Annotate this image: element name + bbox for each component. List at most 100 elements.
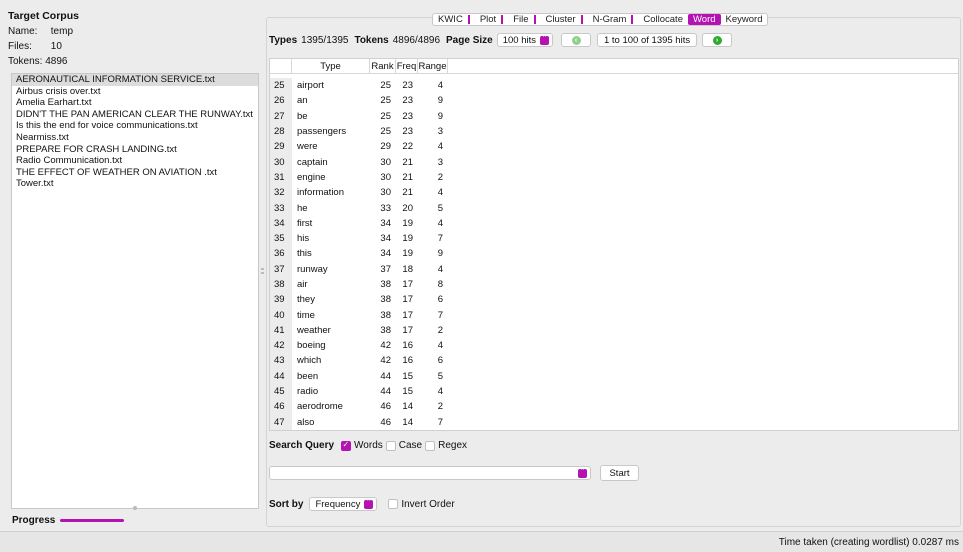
header-rank[interactable]: Rank xyxy=(370,59,396,73)
file-item[interactable]: Nearmiss.txt xyxy=(12,132,258,144)
table-row[interactable]: 32 information 30 21 4 xyxy=(270,185,448,201)
table-row[interactable]: 27 be 25 23 9 xyxy=(270,108,448,124)
cell-range: 4 xyxy=(437,263,443,275)
cell-rank: 30 xyxy=(380,171,391,183)
cell-rank: 38 xyxy=(380,309,391,321)
search-query-input[interactable] xyxy=(269,466,591,480)
table-row[interactable]: 28 passengers 25 23 3 xyxy=(270,123,448,140)
previous-page-button[interactable]: ‹ xyxy=(561,33,591,47)
table-row[interactable]: 39 they 38 17 6 xyxy=(270,292,448,308)
table-row[interactable]: 36 this 34 19 9 xyxy=(270,246,448,262)
cell-type: also xyxy=(297,416,315,428)
row-index: 30 xyxy=(270,154,292,170)
row-index: 44 xyxy=(270,368,292,384)
words-checkbox[interactable] xyxy=(341,440,352,451)
regex-checkbox[interactable] xyxy=(425,440,436,451)
table-row[interactable]: 30 captain 30 21 3 xyxy=(270,154,448,170)
table-row[interactable]: 29 were 29 22 4 xyxy=(270,139,448,155)
cell-freq: 15 xyxy=(402,370,413,382)
header-type[interactable]: Type xyxy=(292,59,370,73)
cell-freq: 15 xyxy=(402,386,413,398)
next-page-button[interactable]: › xyxy=(702,33,733,47)
table-row[interactable]: 33 he 33 20 5 xyxy=(270,200,448,216)
row-index: 36 xyxy=(270,246,292,262)
file-item[interactable]: Amelia Earhart.txt xyxy=(12,97,258,109)
cell-freq: 20 xyxy=(402,202,413,214)
tool-tabs: KWIC Plot File Cluster N-Gram Collocate … xyxy=(432,13,769,26)
word-list-table[interactable]: Type Rank Freq Range 25 airport 25 23 4 26 an 2… xyxy=(269,58,959,431)
tab-kwic[interactable]: KWIC xyxy=(433,14,475,25)
cell-rank: 46 xyxy=(380,416,391,428)
cell-freq: 17 xyxy=(402,279,413,290)
table-row[interactable]: 37 runway 37 18 4 xyxy=(270,261,448,277)
table-row[interactable]: 31 engine 30 21 2 xyxy=(270,169,448,186)
case-label: Case xyxy=(398,440,423,451)
table-row[interactable]: 42 boeing 42 16 4 xyxy=(270,338,448,354)
cell-rank: 25 xyxy=(380,80,391,92)
file-item[interactable]: DIDN'T THE PAN AMERICAN CLEAR THE RUNWAY… xyxy=(12,109,258,121)
file-item[interactable]: THE EFFECT OF WEATHER ON AVIATION .txt xyxy=(12,167,258,179)
header-range[interactable]: Range xyxy=(418,59,448,73)
file-item[interactable]: AERONAUTICAL INFORMATION SERVICE.txt xyxy=(12,74,258,86)
split-pane-handle[interactable] xyxy=(261,268,264,274)
start-button[interactable]: Start xyxy=(600,465,639,481)
tab-label: Collocate xyxy=(643,14,683,25)
file-item[interactable]: PREPARE FOR CRASH LANDING.txt xyxy=(12,144,258,156)
table-row[interactable]: 44 been 44 15 5 xyxy=(270,368,448,384)
tab-file[interactable]: File xyxy=(508,14,540,25)
tab-plot[interactable]: Plot xyxy=(475,14,508,25)
cell-freq: 21 xyxy=(402,156,413,168)
resize-handle[interactable] xyxy=(133,506,137,510)
status-bar: Time taken (creating wordlist) 0.0287 ms xyxy=(0,531,963,552)
cell-freq: 21 xyxy=(402,171,413,183)
tab-ngram[interactable]: N-Gram xyxy=(588,14,639,25)
table-row[interactable]: 47 also 46 14 7 xyxy=(270,414,448,430)
cell-freq: 17 xyxy=(402,294,413,306)
page-size-select[interactable]: 100 hits xyxy=(496,33,553,47)
cell-rank: 46 xyxy=(380,401,391,413)
file-item[interactable]: Is this the end for voice communications… xyxy=(12,120,258,132)
tab-word[interactable]: Word xyxy=(687,14,721,25)
file-item[interactable]: Airbus crisis over.txt xyxy=(12,86,258,98)
table-row[interactable]: 34 first 34 19 4 xyxy=(270,215,448,231)
file-item[interactable]: Radio Communication.txt xyxy=(12,155,258,167)
table-row[interactable]: 41 weather 38 17 2 xyxy=(270,322,448,339)
tab-keyword[interactable]: Keyword xyxy=(721,14,768,25)
types-label: Types xyxy=(269,34,298,46)
table-row[interactable]: 35 his 34 19 7 xyxy=(270,230,448,247)
file-item[interactable]: Tower.txt xyxy=(12,178,258,190)
table-row[interactable]: 26 an 25 23 9 xyxy=(270,93,448,109)
word-toolbar: Types 1395/1395 Tokens 4896/4896 Page Si… xyxy=(269,33,733,47)
tokens-value: 4896/4896 xyxy=(392,34,441,46)
table-row[interactable]: 43 which 42 16 6 xyxy=(270,353,448,369)
tab-separator xyxy=(580,15,583,24)
cell-type: first xyxy=(297,217,313,229)
tab-collocate[interactable]: Collocate xyxy=(638,14,688,25)
progress-label: Progress xyxy=(12,515,56,526)
hits-range: 1 to 100 of 1395 hits xyxy=(597,33,698,47)
sort-by-select[interactable]: Frequency xyxy=(309,497,378,511)
row-index: 42 xyxy=(270,338,292,354)
tab-cluster[interactable]: Cluster xyxy=(541,14,588,25)
cell-type: boeing xyxy=(297,340,326,352)
table-row[interactable]: 38 air 38 17 8 xyxy=(270,276,448,293)
cell-freq: 18 xyxy=(402,263,413,275)
header-freq[interactable]: Freq xyxy=(396,59,418,73)
corpus-files-value: 10 xyxy=(50,41,62,52)
table-row[interactable]: 25 airport 25 23 4 xyxy=(270,78,448,94)
case-checkbox[interactable] xyxy=(385,440,396,451)
table-row[interactable]: 45 radio 44 15 4 xyxy=(270,383,448,400)
cell-range: 4 xyxy=(437,217,443,229)
cell-range: 5 xyxy=(437,202,443,214)
dropdown-arrow-icon[interactable] xyxy=(578,467,587,478)
progress-area: Progress xyxy=(12,515,125,526)
table-row[interactable]: 40 time 38 17 7 xyxy=(270,307,448,323)
corpus-name-value: temp xyxy=(50,26,74,37)
invert-order-checkbox[interactable] xyxy=(388,499,399,509)
cell-rank: 30 xyxy=(380,187,391,199)
corpus-file-list[interactable]: AERONAUTICAL INFORMATION SERVICE.txt Air… xyxy=(11,73,259,509)
cell-range: 7 xyxy=(437,309,443,321)
table-row[interactable]: 46 aerodrome 46 14 2 xyxy=(270,399,448,415)
tab-separator xyxy=(631,15,634,24)
cell-range: 2 xyxy=(437,401,443,413)
